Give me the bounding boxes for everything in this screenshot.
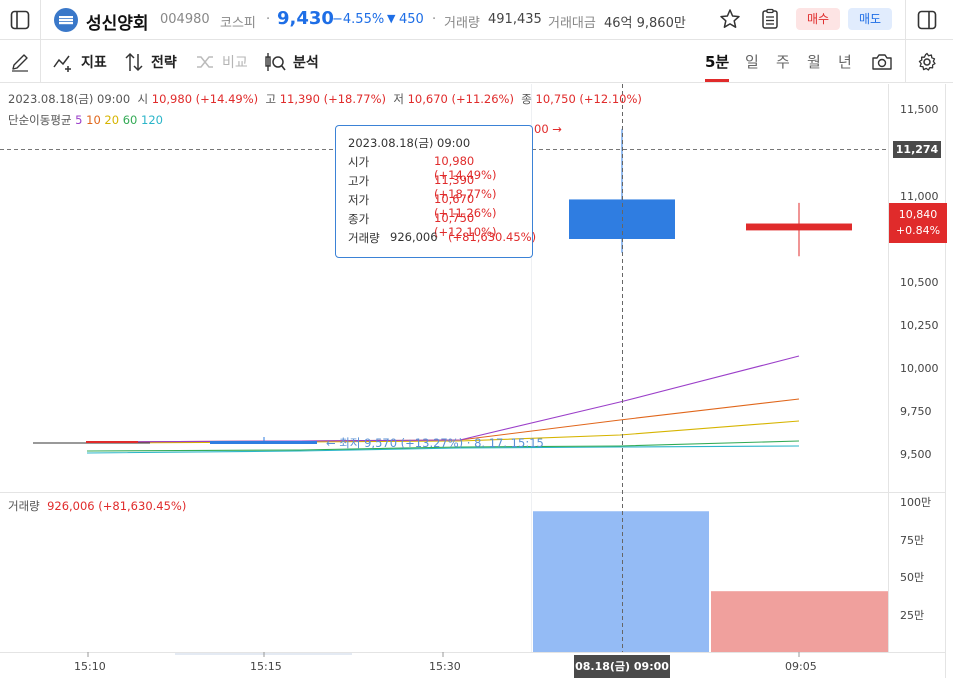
analysis-icon[interactable] [264, 51, 286, 73]
ma-period-10: 10 [86, 113, 101, 127]
timeframe-week[interactable]: 주 [776, 51, 790, 72]
last-price-tag: 11,274 [893, 141, 941, 158]
change-percent: −4.55% [332, 12, 385, 27]
tooltip-row-open: 시가 10,980 (+14.49%) [348, 154, 528, 182]
time-axis-label: 15:30 [429, 660, 461, 673]
volume-axis-label: 50만 [900, 571, 925, 584]
timeframe-5min[interactable]: 5분 [705, 51, 729, 72]
volume-axis-label: 100만 [900, 496, 932, 509]
open-value: 10,980 (+14.49%) [151, 92, 259, 106]
sell-button[interactable]: 매도 [848, 8, 892, 30]
amount-value: 46억 9,860만 [604, 16, 686, 31]
candle-early-up [86, 441, 138, 443]
time-axis-label: 15:10 [74, 660, 106, 673]
timeframe-month[interactable]: 월 [807, 51, 821, 72]
camera-icon[interactable] [871, 52, 893, 72]
price-axis-label: 10,250 [900, 319, 939, 332]
timeframe-day[interactable]: 일 [745, 51, 759, 72]
stock-header: 성신양회 004980 코스피 · 9,430 −4.55% ▼ 450 · 거… [0, 0, 953, 40]
price-axis-label: 11,000 [900, 190, 939, 203]
star-icon[interactable] [719, 8, 741, 30]
tooltip-key: 종가 [348, 212, 370, 226]
sidebar-toggle-icon[interactable] [10, 10, 30, 30]
ma-period-20: 20 [104, 113, 120, 127]
current-price-tag: 10,840 +0.84% [889, 203, 947, 243]
ma-period-5: 5 [75, 113, 83, 127]
volume-label: 거래량 [444, 16, 480, 31]
price-axis-label: 10,000 [900, 362, 939, 375]
current-price-tag-pct: +0.84% [895, 224, 941, 237]
open-label: 시 [137, 92, 149, 106]
market-name: 코스피 [220, 16, 256, 31]
time-axis-label: 15:15 [250, 660, 282, 673]
compare-button: 비교 [222, 55, 248, 71]
time-axis-label: 09:05 [785, 660, 817, 673]
amount-label: 거래대금 [548, 16, 596, 31]
analysis-button[interactable]: 분석 [293, 52, 319, 72]
separator-dot: · [266, 12, 271, 27]
candle-tooltip: 2023.08.18(금) 09:00 시가 10,980 (+14.49%) … [335, 125, 536, 258]
volume-value: 491,435 [488, 12, 542, 27]
tooltip-key: 시가 [348, 155, 370, 169]
buy-button[interactable]: 매수 [796, 8, 840, 30]
close-label: 종 [521, 92, 532, 106]
stock-name: 성신양회 [86, 14, 149, 34]
volume-bar [533, 511, 709, 652]
stock-logo-icon [54, 8, 78, 32]
active-timeframe-underline [705, 79, 729, 82]
memo-icon[interactable] [759, 8, 781, 30]
crosshair-time-tag: 08.18(금) 09:00 [574, 655, 670, 678]
ohlc-info-bar: 2023.08.18(금) 09:00 시 10,980 (+14.49%) 고… [8, 91, 642, 107]
ma-period-60: 60 [122, 113, 138, 127]
volume-info-bar: 거래량 926,006 (+81,630.45%) [8, 498, 186, 514]
indicator-button[interactable]: 지표 [81, 52, 107, 72]
price-axis-label: 11,500 [900, 103, 939, 116]
volume-info-label: 거래량 [8, 499, 40, 513]
close-value: 10,750 (+12.10%) [535, 92, 642, 106]
tooltip-volume-pct: (+81,630.45%) [448, 230, 537, 244]
strategy-icon[interactable] [124, 51, 144, 73]
volume-axis-label: 25만 [900, 609, 925, 622]
tooltip-volume-value: 926,006 [390, 230, 438, 244]
volume-axis-label: 75만 [900, 534, 925, 547]
settings-gear-icon[interactable] [917, 52, 937, 72]
stock-code: 004980 [160, 12, 210, 27]
ohlc-date: 2023.08.18(금) 09:00 [8, 92, 131, 106]
pencil-icon[interactable] [10, 52, 30, 72]
timeframe-year[interactable]: 년 [838, 51, 852, 72]
current-price: 9,430 [277, 8, 334, 29]
candle-body [746, 223, 852, 231]
low-label: 저 [393, 92, 404, 106]
tooltip-key: 고가 [348, 174, 370, 188]
tooltip-row-volume: 거래량 926,006 (+81,630.45%) [348, 230, 536, 248]
high-label: 고 [265, 92, 277, 106]
max-price-marker: 00 → [534, 122, 562, 136]
tooltip-key: 저가 [348, 193, 370, 207]
tooltip-row-high: 고가 11,390 (+18.77%) [348, 173, 528, 201]
indicator-icon[interactable] [52, 52, 74, 72]
ma-legend-label: 단순이동평균 [8, 113, 72, 127]
price-axis-label: 9,750 [900, 405, 932, 418]
tooltip-key: 거래량 [348, 231, 380, 245]
separator-dot: · [432, 12, 437, 27]
panel-toggle-icon[interactable] [917, 10, 937, 30]
ma-period-120: 120 [141, 113, 163, 127]
chart-toolbar: 지표 전략 비교 분석 5분 일 주 월 년 [0, 40, 953, 83]
compare-icon [195, 52, 215, 72]
tooltip-row-low: 저가 10,670 (+11.26%) [348, 192, 528, 220]
min-price-marker: ← 최저 9,570 (+13.27%) · 8. 17. 15:15 [326, 436, 544, 450]
volume-bar [711, 591, 888, 652]
change-amount: 450 [399, 12, 424, 27]
current-price-tag-value: 10,840 [898, 208, 938, 221]
strategy-button[interactable]: 전략 [151, 52, 177, 72]
tooltip-row-close: 종가 10,750 (+12.10%) [348, 211, 528, 239]
low-value: 10,670 (+11.26%) [407, 92, 514, 106]
price-axis-label: 9,500 [900, 448, 932, 461]
change-arrow-icon: ▼ [387, 12, 396, 25]
tooltip-date: 2023.08.18(금) 09:00 [348, 136, 471, 150]
high-value: 11,390 (+18.77%) [279, 92, 387, 106]
price-axis-label: 10,500 [900, 276, 939, 289]
volume-info-value: 926,006 (+81,630.45%) [47, 499, 187, 513]
ma-legend[interactable]: 단순이동평균 5 10 20 60 120 [8, 112, 163, 128]
